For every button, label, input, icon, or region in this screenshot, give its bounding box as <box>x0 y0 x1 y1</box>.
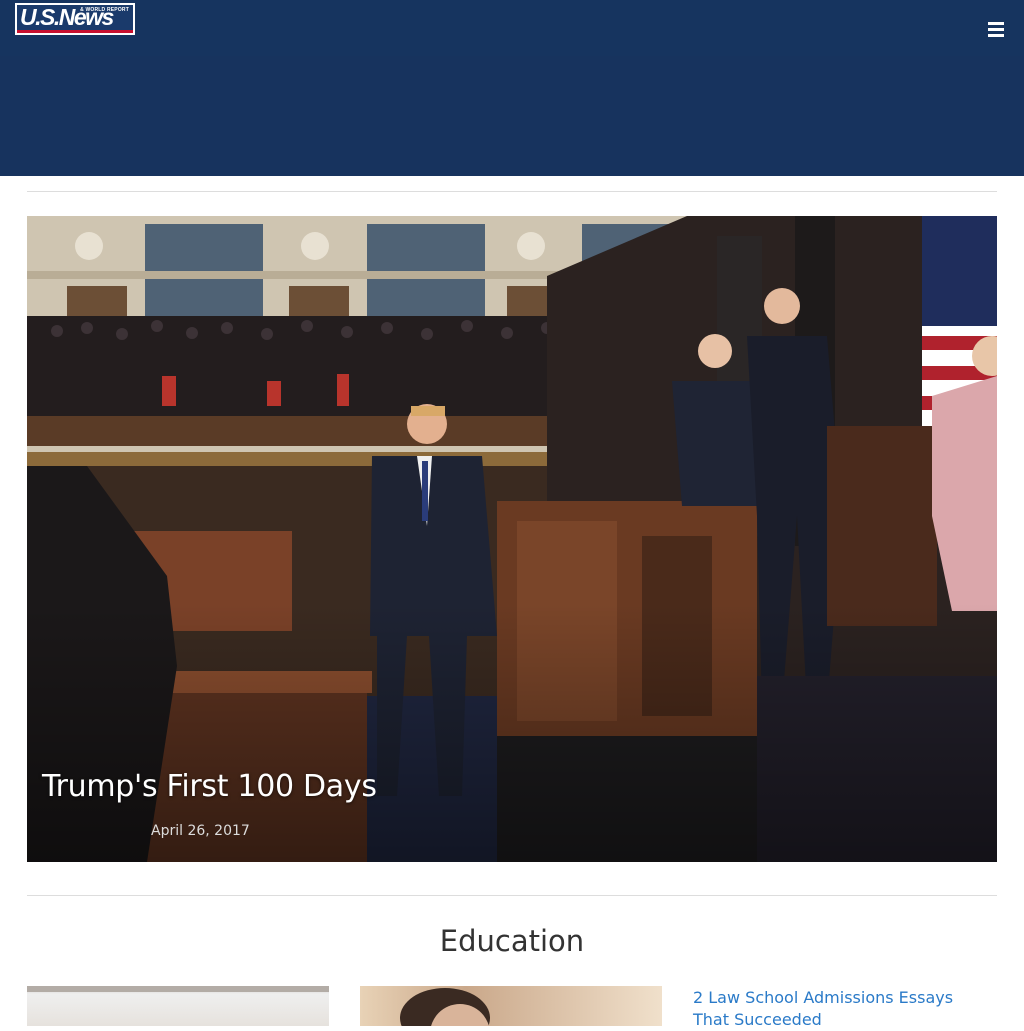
hero-story[interactable]: Trump's First 100 Days April 26, 2017 <box>27 216 997 862</box>
logo-stripe <box>17 30 133 33</box>
section-title: Education <box>439 924 585 958</box>
usnews-logo[interactable]: U.S.News & WORLD REPORT <box>15 3 135 35</box>
article-headline-link[interactable]: 2 Law School Admissions Essays That Succ… <box>693 987 993 1031</box>
site-header: U.S.News & WORLD REPORT <box>0 0 1024 56</box>
hero-headline[interactable]: Trump's First 100 Days <box>42 769 377 804</box>
hamburger-menu-icon[interactable] <box>985 20 1007 38</box>
divider <box>27 895 997 896</box>
logo-subtext: & WORLD REPORT <box>80 7 129 13</box>
hero-image <box>27 216 997 862</box>
article-thumbnail[interactable] <box>27 986 329 1026</box>
article-thumbnail[interactable] <box>360 986 662 1026</box>
divider <box>27 191 997 192</box>
ad-banner-area <box>0 56 1024 176</box>
hero-date: April 26, 2017 <box>151 823 250 839</box>
